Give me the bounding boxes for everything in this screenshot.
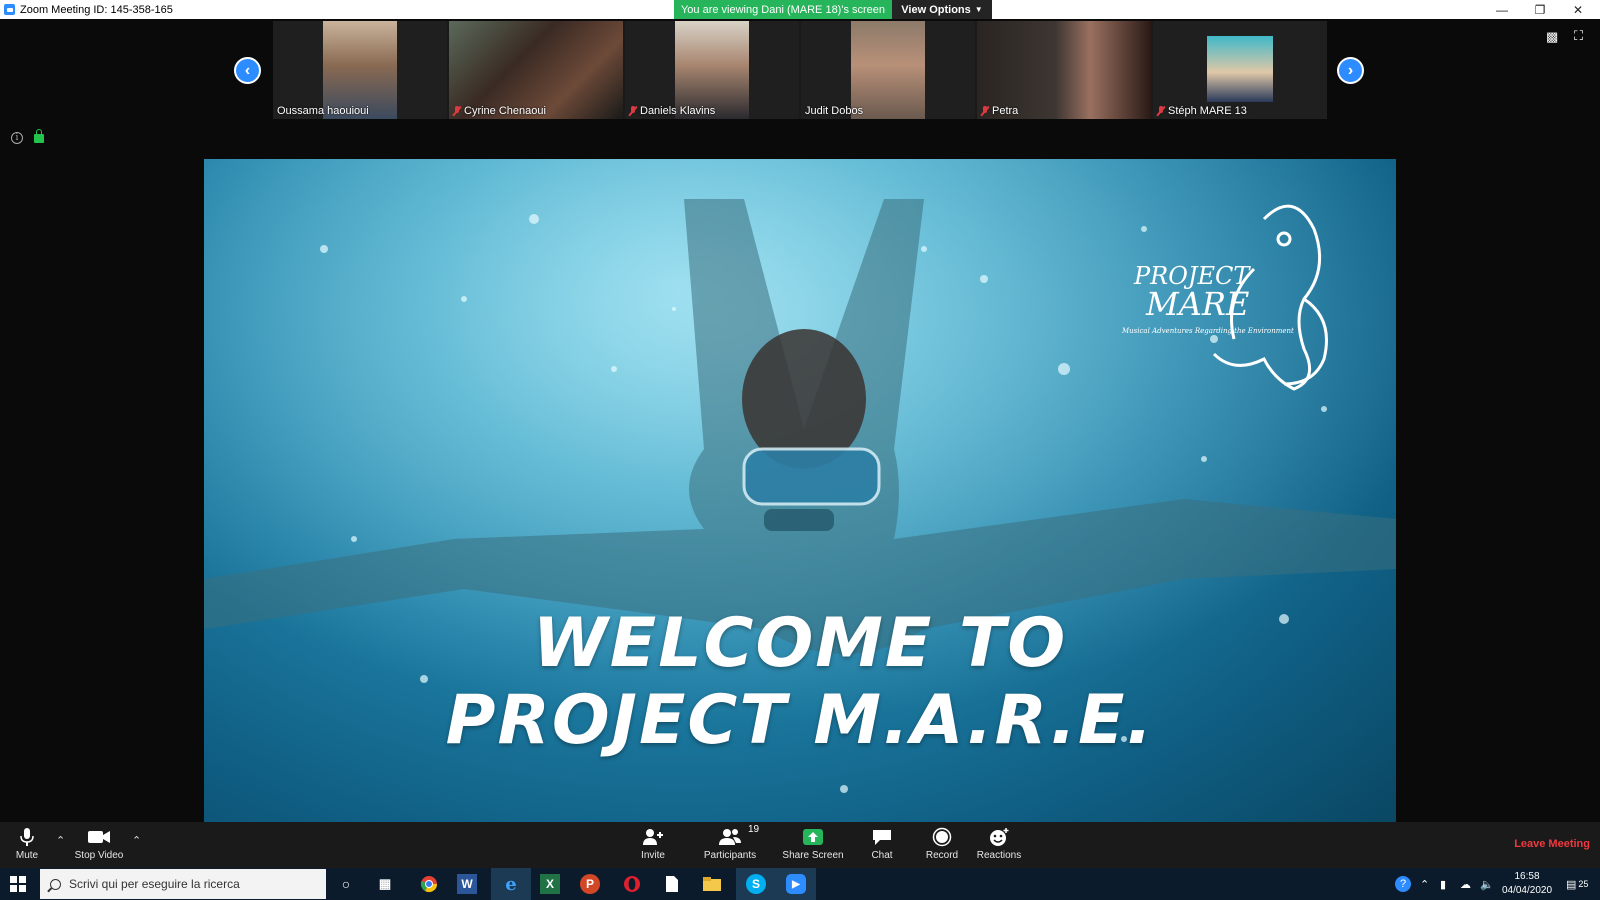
reactions-emoji-icon: [988, 826, 1010, 848]
taskbar-search-box[interactable]: Scrivi qui per eseguire la ricerca: [40, 869, 326, 899]
share-screen-button[interactable]: Share Screen: [782, 826, 844, 861]
logo-tagline: Musical Adventures Regarding the Environ…: [1122, 327, 1294, 335]
edge-icon[interactable]: e: [491, 868, 531, 900]
skype-icon[interactable]: S: [736, 868, 776, 900]
audio-options-caret[interactable]: ⌃: [56, 834, 65, 847]
close-button[interactable]: ✕: [1560, 0, 1596, 19]
participants-icon: [718, 826, 742, 848]
microphone-icon: [20, 826, 34, 848]
clock-date: 04/04/2020: [1501, 885, 1553, 896]
participant-tile[interactable]: Daniels Klavins: [625, 21, 799, 119]
windows-taskbar: Scrivi qui per eseguire la ricerca ○ ▦ W…: [0, 868, 1600, 900]
logo-mare-text: MARE: [1146, 285, 1250, 323]
chevron-right-icon: ›: [1347, 61, 1354, 79]
restore-button[interactable]: ❐: [1522, 0, 1558, 19]
chat-bubble-icon: [871, 826, 893, 848]
participant-name: Daniels Klavins: [629, 105, 715, 117]
chrome-icon[interactable]: [417, 872, 441, 896]
share-screen-label: Share Screen: [782, 850, 844, 861]
powerpoint-icon[interactable]: P: [580, 874, 600, 894]
participant-tile[interactable]: Cyrine Chenaoui: [449, 21, 623, 119]
stop-video-button[interactable]: Stop Video: [74, 826, 124, 861]
participant-name: Petra: [981, 105, 1018, 117]
onedrive-icon[interactable]: ☁: [1460, 868, 1471, 900]
participants-button[interactable]: 19 Participants: [703, 824, 760, 861]
project-headline: PROJECT M.A.R.E.: [445, 681, 1155, 760]
record-icon: [932, 826, 952, 848]
layout-icon[interactable]: ▩: [1546, 29, 1558, 45]
participant-name: Judit Dobos: [805, 105, 864, 117]
help-icon[interactable]: ?: [1395, 868, 1411, 900]
minimize-button[interactable]: —: [1484, 0, 1520, 19]
chat-button[interactable]: Chat: [868, 826, 896, 861]
mic-muted-icon: [629, 106, 637, 116]
file-icon[interactable]: [660, 872, 684, 896]
shared-screen: PROJECT MARE Musical Adventures Regardin…: [204, 159, 1396, 822]
chevron-down-icon: ▼: [974, 5, 983, 14]
chevron-left-icon: ‹: [244, 61, 251, 79]
leave-meeting-button[interactable]: Leave Meeting: [1514, 838, 1590, 850]
task-view-icon[interactable]: ▦: [373, 872, 397, 896]
reactions-label: Reactions: [976, 850, 1022, 861]
search-placeholder: Scrivi qui per eseguire la ricerca: [69, 877, 240, 891]
zoom-taskbar-icon[interactable]: ▶: [776, 868, 816, 900]
clock-time: 16:58: [1514, 871, 1540, 882]
participant-filmstrip: Oussama haouioui Cyrine Chenaoui Daniels…: [273, 21, 1327, 119]
participant-count-badge: 19: [748, 824, 760, 835]
windows-start-icon[interactable]: [10, 876, 26, 892]
meeting-toolbar: Mute ⌃ Stop Video ⌃ Invite 19 Participan…: [0, 822, 1600, 868]
lock-icon[interactable]: [34, 129, 44, 143]
viewing-screen-banner: You are viewing Dani (MARE 18)'s screen: [674, 0, 892, 19]
reactions-button[interactable]: Reactions: [976, 826, 1022, 861]
participant-name: Cyrine Chenaoui: [453, 105, 546, 117]
mic-muted-icon: [1157, 106, 1165, 116]
view-options-button[interactable]: View Options ▼: [892, 0, 992, 19]
participants-label: Participants: [703, 850, 757, 861]
battery-icon[interactable]: ▮: [1440, 868, 1446, 900]
participant-tile[interactable]: Judit Dobos: [801, 21, 975, 119]
view-options-label: View Options: [901, 3, 971, 16]
invite-label: Invite: [641, 850, 665, 861]
welcome-headline: WELCOME TO: [532, 604, 1068, 683]
chat-label: Chat: [871, 850, 893, 861]
volume-icon[interactable]: 🔈: [1480, 868, 1494, 900]
add-person-icon: [642, 826, 664, 848]
info-icon[interactable]: i: [11, 132, 23, 144]
record-button[interactable]: Record: [926, 826, 958, 861]
window-title: Zoom Meeting ID: 145-358-165: [20, 3, 173, 16]
participant-name: Oussama haouioui: [277, 105, 369, 117]
participant-tile[interactable]: Oussama haouioui: [273, 21, 447, 119]
search-icon: [50, 878, 61, 890]
record-label: Record: [925, 850, 959, 861]
tray-chevron-up-icon[interactable]: ⌃: [1420, 868, 1429, 900]
participant-tile[interactable]: Stéph MARE 13: [1153, 21, 1327, 119]
notifications-icon[interactable]: ▤ 25: [1566, 868, 1588, 900]
participant-tile[interactable]: Petra: [977, 21, 1151, 119]
zoom-app-icon: [4, 4, 15, 15]
filmstrip-prev-button[interactable]: ‹: [234, 57, 261, 84]
notification-count: 25: [1578, 879, 1589, 889]
mic-muted-icon: [453, 106, 461, 116]
mute-label: Mute: [15, 850, 39, 861]
cortana-icon[interactable]: ○: [334, 872, 358, 896]
excel-icon[interactable]: X: [540, 874, 560, 894]
fullscreen-icon[interactable]: ⛶: [1574, 28, 1583, 44]
participant-name: Stéph MARE 13: [1157, 105, 1247, 117]
participant-video: [1207, 36, 1273, 102]
word-icon[interactable]: W: [457, 874, 477, 894]
video-options-caret[interactable]: ⌃: [132, 834, 141, 847]
mute-button[interactable]: Mute: [12, 826, 42, 861]
stop-video-label: Stop Video: [74, 850, 124, 861]
taskbar-clock[interactable]: 16:58 04/04/2020: [1498, 870, 1556, 898]
invite-button[interactable]: Invite: [638, 826, 668, 861]
zoom-meeting-window: Zoom Meeting ID: 145-358-165 You are vie…: [0, 0, 1600, 900]
share-screen-icon: [802, 826, 824, 848]
filmstrip-next-button[interactable]: ›: [1337, 57, 1364, 84]
file-explorer-icon[interactable]: [700, 872, 724, 896]
opera-icon[interactable]: [620, 872, 644, 896]
video-camera-icon: [87, 826, 111, 848]
mic-muted-icon: [981, 106, 989, 116]
